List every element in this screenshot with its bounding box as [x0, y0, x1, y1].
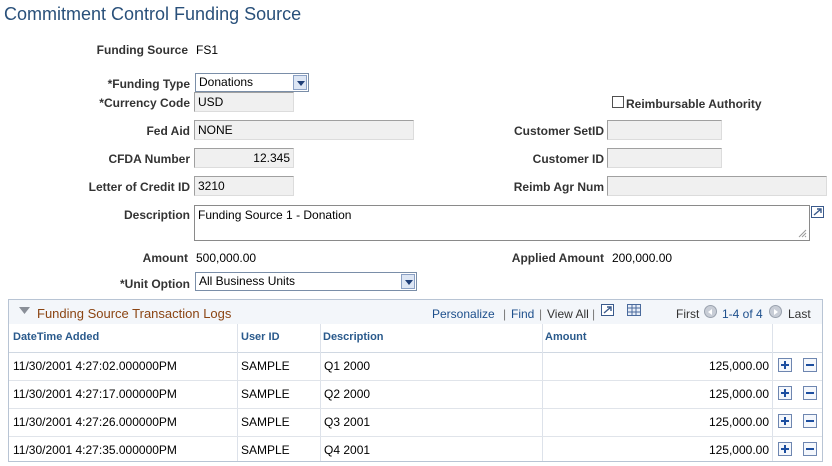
funding-type-label: *Funding Type — [107, 77, 190, 91]
new-window-icon[interactable] — [601, 304, 614, 316]
add-row-button[interactable] — [778, 442, 792, 456]
row-amount: 125,000.00 — [708, 359, 769, 373]
reimbursable-authority-label: Reimbursable Authority — [626, 97, 762, 111]
row-user-id: SAMPLE — [241, 359, 290, 373]
col-datetime-added[interactable]: DateTime Added — [13, 331, 99, 343]
separator: | — [592, 307, 596, 321]
applied-amount-label: Applied Amount — [511, 251, 604, 265]
delete-row-button[interactable] — [803, 442, 817, 456]
delete-row-button[interactable] — [803, 386, 817, 400]
first-link[interactable]: First — [676, 307, 699, 321]
customer-id-label: Customer ID — [532, 152, 604, 166]
row-description: Q1 2000 — [324, 359, 371, 373]
page-title: Commitment Control Funding Source — [4, 4, 302, 24]
last-link[interactable]: Last — [788, 307, 811, 321]
applied-amount-value: 200,000.00 — [612, 251, 673, 265]
row-amount: 125,000.00 — [708, 443, 769, 457]
view-all-link[interactable]: View All — [547, 307, 589, 321]
row-amount: 125,000.00 — [708, 387, 769, 401]
reimb-agr-num-label: Reimb Agr Num — [513, 180, 604, 194]
letter-of-credit-label: Letter of Credit ID — [88, 180, 190, 194]
customer-id-field[interactable] — [607, 148, 722, 168]
cfda-number-field[interactable]: 12.345 — [194, 148, 294, 168]
personalize-link[interactable]: Personalize — [432, 307, 495, 321]
chevron-down-icon[interactable] — [293, 75, 307, 90]
collapse-triangle-icon[interactable] — [19, 307, 30, 315]
funding-source-value: FS1 — [196, 43, 219, 57]
delete-row-button[interactable] — [803, 358, 817, 372]
col-user-id[interactable]: User ID — [241, 331, 280, 343]
funding-source-label: Funding Source — [96, 43, 188, 57]
separator: | — [539, 307, 543, 321]
funding-type-select[interactable]: Donations — [195, 73, 309, 92]
previous-icon[interactable] — [704, 305, 717, 318]
col-amount[interactable]: Amount — [545, 331, 587, 343]
row-amount: 125,000.00 — [708, 415, 769, 429]
add-row-button[interactable] — [778, 386, 792, 400]
unit-option-value: All Business Units — [199, 274, 296, 288]
unit-option-label: *Unit Option — [120, 277, 190, 291]
amount-value: 500,000.00 — [196, 251, 257, 265]
resize-grip-icon[interactable] — [798, 229, 807, 238]
row-description: Q2 2000 — [324, 387, 371, 401]
cfda-number-label: CFDA Number — [108, 152, 190, 166]
letter-of-credit-field[interactable]: 3210 — [194, 176, 294, 196]
row-user-id: SAMPLE — [241, 443, 290, 457]
row-description: Q3 2001 — [324, 415, 371, 429]
row-datetime: 11/30/2001 4:27:17.000000PM — [13, 387, 177, 401]
description-value: Funding Source 1 - Donation — [198, 208, 352, 222]
fed-aid-label: Fed Aid — [146, 124, 190, 138]
add-row-button[interactable] — [778, 358, 792, 372]
currency-code-field[interactable]: USD — [194, 92, 294, 112]
row-datetime: 11/30/2001 4:27:26.000000PM — [13, 415, 177, 429]
amount-label: Amount — [142, 251, 188, 265]
funding-type-value: Donations — [199, 75, 254, 89]
fed-aid-field[interactable]: NONE — [194, 120, 414, 140]
reimbursable-authority-checkbox[interactable] — [612, 96, 624, 108]
row-datetime: 11/30/2001 4:27:02.000000PM — [13, 359, 177, 373]
spreadsheet-download-icon[interactable] — [627, 304, 641, 316]
separator: | — [503, 307, 507, 321]
row-user-id: SAMPLE — [241, 387, 290, 401]
row-datetime: 11/30/2001 4:27:35.000000PM — [13, 443, 177, 457]
reimb-agr-num-field[interactable] — [607, 176, 827, 196]
currency-code-label: *Currency Code — [99, 96, 190, 110]
description-label: Description — [123, 208, 190, 222]
column-header-row — [9, 324, 822, 353]
expand-textarea-icon[interactable] — [811, 206, 824, 218]
unit-option-select[interactable]: All Business Units — [195, 272, 417, 291]
grid-title: Funding Source Transaction Logs — [37, 306, 232, 321]
customer-setid-label: Customer SetID — [513, 124, 604, 138]
chevron-down-icon[interactable] — [401, 274, 415, 289]
add-row-button[interactable] — [778, 414, 792, 428]
row-description: Q4 2001 — [324, 443, 371, 457]
delete-row-button[interactable] — [803, 414, 817, 428]
next-icon[interactable] — [769, 305, 782, 318]
find-link[interactable]: Find — [511, 307, 534, 321]
customer-setid-field[interactable] — [607, 120, 722, 140]
col-description[interactable]: Description — [323, 331, 384, 343]
description-textarea[interactable]: Funding Source 1 - Donation — [194, 205, 810, 241]
row-user-id: SAMPLE — [241, 415, 290, 429]
row-range: 1-4 of 4 — [722, 307, 763, 321]
